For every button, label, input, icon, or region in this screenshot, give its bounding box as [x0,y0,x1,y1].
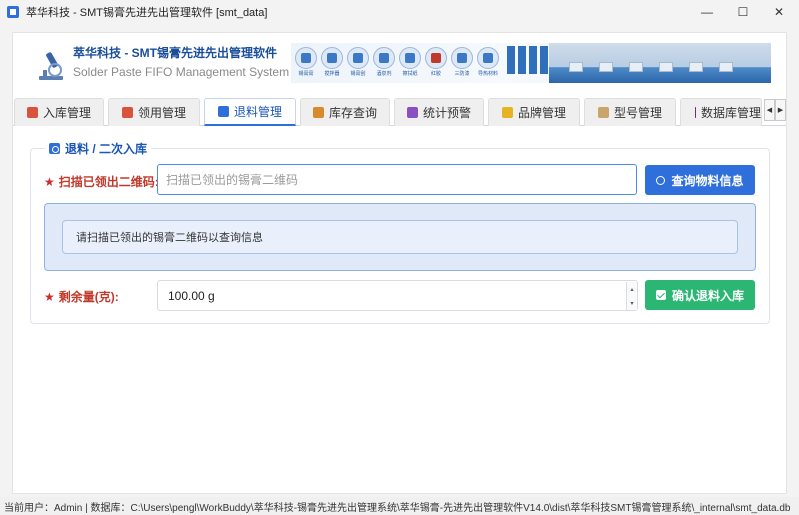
tab-label: 领用管理 [137,106,186,120]
remaining-quantity-value: 100.00 g [168,289,215,303]
product-banner: 锡膏膏 搅拌器 锡膏刮 酒泉剂 擦拭纸 红胶 三防漆 导热材料 [291,43,771,83]
minimize-icon: — [701,5,713,19]
tab-database[interactable]: 数据库管理 [680,98,762,126]
tab-scroll-right-button[interactable]: ▶ [775,99,786,121]
banner-label: 搅拌器 [324,71,340,77]
banner-label: 酒泉剂 [376,71,392,77]
tag-icon [501,107,513,118]
check-icon [655,290,666,300]
tab-label: 数据库管理 [700,106,761,120]
tab-scroll-left-button[interactable]: ◀ [764,99,775,121]
banner-product-icon [373,47,395,69]
list-icon [597,107,609,118]
maximize-icon: ☐ [737,5,749,19]
factory-image [549,43,771,83]
app-icon [7,6,19,18]
banner-label: 锡膏膏 [298,71,314,77]
info-message: 请扫描已领出的锡膏二维码以查询信息 [62,220,738,254]
confirm-return-button[interactable]: 确认退料入库 [645,280,755,310]
close-icon: ✕ [773,5,785,19]
tab-label: 库存查询 [328,106,377,120]
info-panel: 请扫描已领出的锡膏二维码以查询信息 [44,203,756,271]
microscope-logo-icon [39,52,63,80]
tab-return[interactable]: 退料管理 [204,98,296,126]
outbound-icon [121,107,133,118]
close-button[interactable]: ✕ [761,0,797,24]
query-material-button[interactable]: 查询物料信息 [645,165,755,195]
chart-icon [406,107,418,118]
spin-down-button[interactable]: ▾ [626,296,637,310]
banner-tag [518,46,526,74]
qr-label-text: 扫描已领出二维码: [58,175,159,189]
banner-tag [507,46,515,74]
required-star-icon: ★ [44,290,55,304]
banner-product-icon [451,47,473,69]
qr-code-input[interactable] [157,164,637,195]
tab-bar: 入库管理 领用管理 退料管理 库存查询 统计预警 品牌管理 型号管理 数据库管理 [13,96,786,126]
chevron-left-icon: ◀ [766,107,773,114]
brand-title-cn: 萃华科技 - SMT锡膏先进先出管理软件 [73,46,277,60]
tab-brand[interactable]: 品牌管理 [488,98,580,126]
app-header: 萃华科技 - SMT锡膏先进先出管理软件 Solder Paste FIFO M… [13,33,786,88]
banner-label: 擦拭纸 [402,71,418,77]
tab-label: 退料管理 [233,105,282,119]
status-text: 当前用户：Admin | 数据库：C:\Users\pengl\WorkBudd… [4,502,791,514]
spin-up-button[interactable]: ▴ [626,282,637,296]
tab-statistics[interactable]: 统计预警 [394,98,484,126]
banner-label: 导热材料 [477,71,498,77]
return-icon [49,143,60,154]
chevron-right-icon: ▶ [777,107,784,114]
banner-tag [529,46,537,74]
banner-label: 锡膏刮 [350,71,366,77]
tab-model[interactable]: 型号管理 [584,98,676,126]
banner-product-icon [425,47,447,69]
banner-label: 三防漆 [454,71,470,77]
status-bar: 当前用户：Admin | 数据库：C:\Users\pengl\WorkBudd… [0,497,799,515]
groupbox-title-text: 退料 / 二次入库 [65,142,148,156]
remaining-label-text: 剩余量(克): [58,290,119,304]
brand-title-en: Solder Paste FIFO Management System [73,65,290,79]
banner-product-icon [347,47,369,69]
minimize-button[interactable]: — [689,0,725,24]
required-star-icon: ★ [44,175,55,189]
inbound-icon [26,107,38,118]
remaining-quantity-spinbox[interactable]: 100.00 g ▴ ▾ [157,280,638,311]
banner-label: 红胶 [430,71,441,77]
tab-label: 品牌管理 [517,106,566,120]
database-icon [695,107,696,118]
tab-label: 型号管理 [613,106,662,120]
banner-product-icon [399,47,421,69]
tab-label: 入库管理 [42,106,91,120]
banner-product-icon [321,47,343,69]
tab-label: 统计预警 [422,106,471,120]
banner-product-icon [295,47,317,69]
tab-inventory[interactable]: 库存查询 [300,98,390,126]
search-icon [656,175,666,185]
title-bar: 萃华科技 - SMT锡膏先进先出管理软件 [smt_data] — ☐ ✕ [0,0,799,24]
box-icon [312,107,324,118]
qr-label: ★ 扫描已领出二维码: [44,173,159,190]
window-title: 萃华科技 - SMT锡膏先进先出管理软件 [smt_data] [26,7,268,19]
query-button-label: 查询物料信息 [671,173,744,188]
confirm-button-label: 确认退料入库 [671,288,744,303]
remaining-label: ★ 剩余量(克): [44,288,119,305]
tab-outbound[interactable]: 领用管理 [108,98,200,126]
return-icon [217,106,229,117]
groupbox-title: 退料 / 二次入库 [45,140,152,157]
tab-inbound[interactable]: 入库管理 [14,98,104,126]
banner-tag [540,46,548,74]
maximize-button[interactable]: ☐ [725,0,761,24]
banner-product-icon [477,47,499,69]
